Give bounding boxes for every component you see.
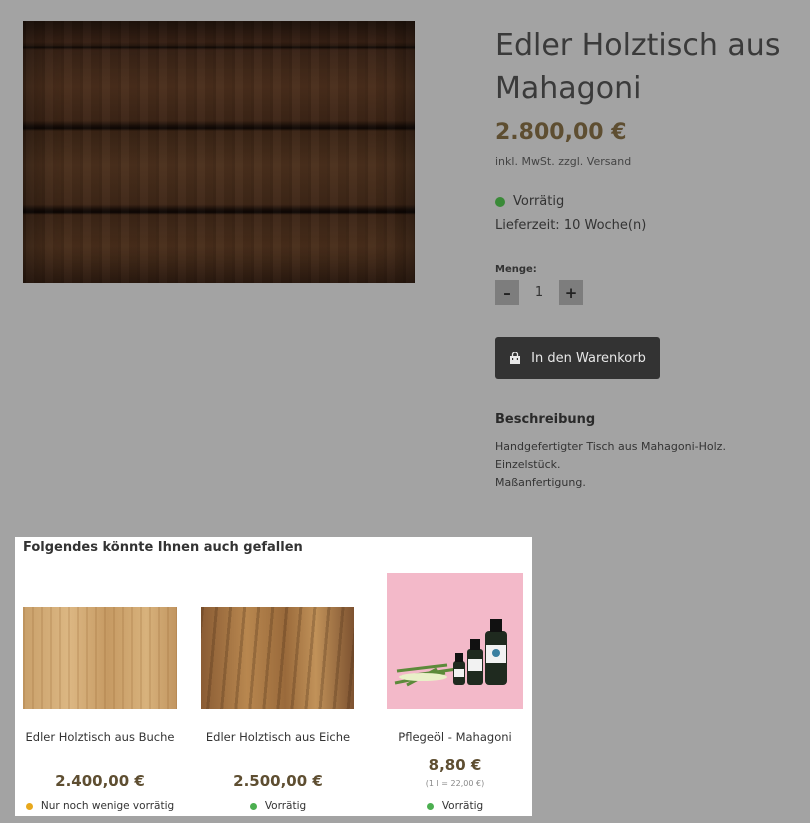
recommendation-card-eiche[interactable]: Edler Holztisch aus Eiche 2.500,00 € Vor… (193, 537, 363, 816)
quantity-label: Menge: (495, 264, 537, 275)
recommendation-name[interactable]: Pflegeöl - Mahagoni (373, 730, 537, 744)
stock-status: Vorrätig (495, 194, 564, 209)
recommendation-stock: Nur noch wenige vorrätig (15, 800, 185, 812)
recommendation-unit-price: (1 l = 22,00 €) (425, 779, 485, 788)
product-thumbnail[interactable] (23, 607, 177, 709)
tax-note: inkl. MwSt. zzgl. Versand (495, 155, 632, 168)
quantity-increment-button[interactable]: + (559, 280, 583, 305)
description-heading: Beschreibung (495, 412, 596, 427)
description-line: Maßanfertigung. (495, 476, 586, 489)
recommendation-stock-label: Nur noch wenige vorrätig (40, 800, 175, 812)
stock-dot-icon (249, 802, 257, 810)
quantity-decrement-button[interactable]: – (495, 280, 519, 305)
product-thumbnail[interactable] (201, 607, 354, 709)
add-to-cart-label: In den Warenkorb (531, 350, 646, 366)
stock-status-label: Vorrätig (513, 194, 565, 209)
quantity-stepper: – 1 + (495, 280, 583, 305)
product-title: Edler Holztisch aus Mahagoni (495, 28, 781, 106)
stock-dot-icon (25, 802, 33, 810)
recommendation-name[interactable]: Edler Holztisch aus Eiche (193, 730, 363, 744)
recommendation-name[interactable]: Edler Holztisch aus Buche (15, 730, 185, 744)
recommendation-card-pflegeoel[interactable]: Pflegeöl - Mahagoni 8,80 € (1 l = 22,00 … (373, 537, 537, 816)
recommendation-price: 2.400,00 € (55, 772, 145, 790)
product-main-image[interactable] (23, 21, 415, 283)
stock-dot-icon (495, 196, 505, 207)
recommendation-price: 2.500,00 € (233, 772, 323, 790)
description-text: Handgefertigter Tisch aus Mahagoni-Holz.… (495, 438, 726, 492)
product-price: 2.800,00 € (495, 120, 627, 145)
recommendation-stock-label: Vorrätig (264, 800, 307, 812)
recommendation-stock: Vorrätig (193, 800, 363, 812)
recommendation-stock: Vorrätig (373, 800, 537, 812)
add-to-cart-button[interactable]: In den Warenkorb (495, 337, 660, 379)
delivery-time: Lieferzeit: 10 Woche(n) (495, 218, 647, 233)
shopping-bag-icon (509, 350, 521, 365)
stock-dot-icon (426, 802, 434, 810)
recommendation-price: 8,80 € (428, 756, 482, 774)
product-thumbnail[interactable] (387, 573, 523, 709)
recommendations-panel: Folgendes könnte Ihnen auch gefallen Edl… (15, 537, 532, 816)
description-line: Einzelstück. (495, 458, 561, 471)
oil-bottles-image (394, 619, 507, 687)
recommendation-card-buche[interactable]: Edler Holztisch aus Buche 2.400,00 € Nur… (15, 537, 185, 816)
description-line: Handgefertigter Tisch aus Mahagoni-Holz. (495, 440, 726, 453)
recommendation-stock-label: Vorrätig (441, 800, 484, 812)
quantity-value[interactable]: 1 (519, 285, 559, 300)
